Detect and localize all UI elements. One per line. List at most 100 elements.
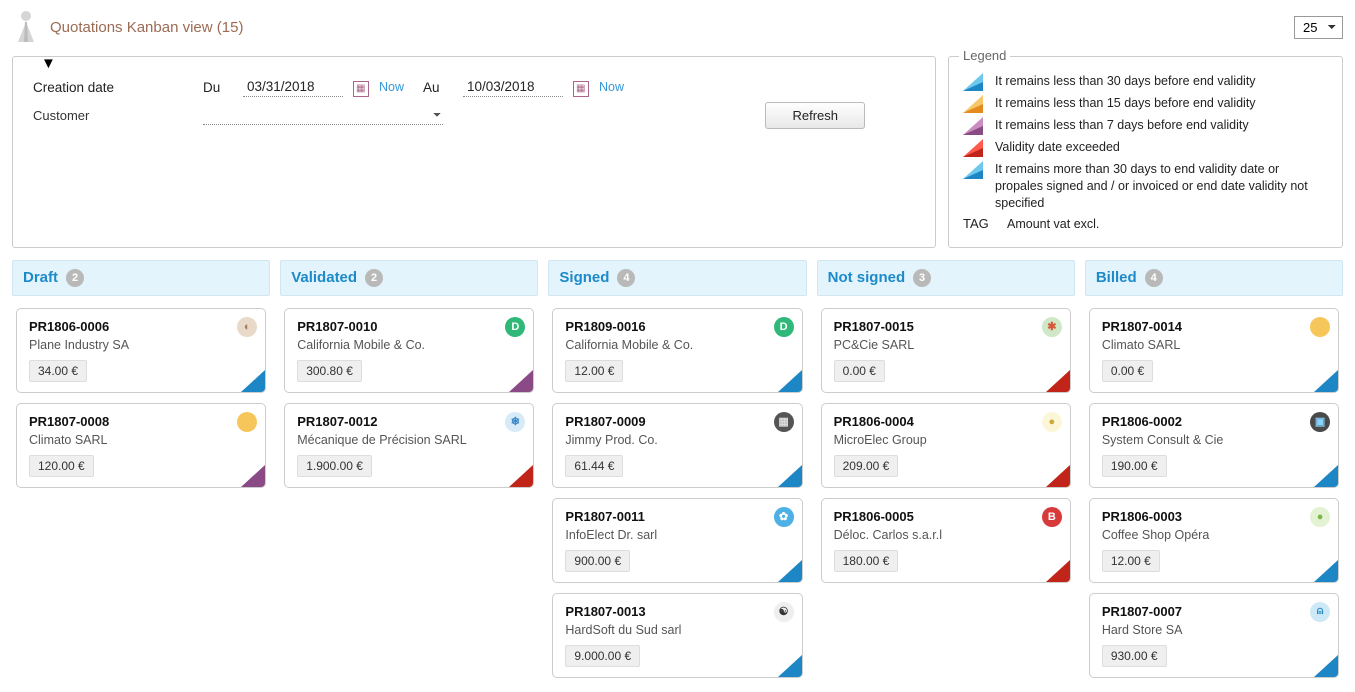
legend-swatch-icon — [963, 139, 983, 157]
legend-swatch-icon — [963, 117, 983, 135]
column-count-badge: 3 — [913, 269, 931, 287]
now-to-link[interactable]: Now — [599, 80, 643, 94]
page-size-select[interactable]: 25 — [1294, 16, 1343, 39]
header-row: Quotations Kanban view (15) 25 — [12, 8, 1343, 46]
card-status-corner-icon — [1314, 370, 1338, 392]
now-from-link[interactable]: Now — [379, 80, 423, 94]
card-status-corner-icon — [1314, 655, 1338, 677]
kanban-column: Validated2 PR1807-0010California Mobile &… — [280, 260, 538, 488]
column-header[interactable]: Not signed3 — [817, 260, 1075, 296]
card-ref: PR1807-0008 — [29, 414, 253, 429]
card-list: PR1807-0014 Climato SARL 0.00 € PR1806-0002… — [1085, 308, 1343, 678]
card-company-icon: ⍝ — [1310, 602, 1330, 622]
kanban-card[interactable]: PR1806-0004MicroElec Group209.00 €● — [821, 403, 1071, 488]
card-amount: 1.900.00 € — [297, 455, 372, 477]
card-status-corner-icon — [778, 465, 802, 487]
column-count-badge: 4 — [1145, 269, 1163, 287]
card-status-corner-icon — [509, 465, 533, 487]
calendar-icon[interactable]: ▦ — [573, 81, 589, 97]
card-ref: PR1806-0002 — [1102, 414, 1326, 429]
legend-row: Validity date exceeded — [963, 139, 1330, 157]
card-customer: Climato SARL — [1102, 338, 1326, 352]
legend-text: It remains less than 7 days before end v… — [995, 117, 1249, 134]
legend-swatch-icon — [963, 161, 983, 179]
column-count-badge: 2 — [365, 269, 383, 287]
card-ref: PR1807-0007 — [1102, 604, 1326, 619]
kanban-card[interactable]: PR1807-0008Climato SARL120.00 € — [16, 403, 266, 488]
card-customer: Hard Store SA — [1102, 623, 1326, 637]
kanban-card[interactable]: PR1807-0015PC&Cie SARL0.00 €✱ — [821, 308, 1071, 393]
card-ref: PR1807-0013 — [565, 604, 789, 619]
refresh-button[interactable]: Refresh — [765, 102, 865, 129]
kanban-column: Signed4 PR1809-0016California Mobile & Co… — [548, 260, 806, 678]
card-ref: PR1807-0014 — [1102, 319, 1326, 334]
card-amount: 0.00 € — [1102, 360, 1153, 382]
card-company-icon: ▦ — [774, 412, 794, 432]
card-amount: 34.00 € — [29, 360, 87, 382]
card-customer: Déloc. Carlos s.a.r.l — [834, 528, 1058, 542]
card-list: PR1806-0006Plane Industry SA34.00 €◐PR18… — [12, 308, 270, 488]
legend-swatch-icon — [963, 95, 983, 113]
card-customer: System Consult & Cie — [1102, 433, 1326, 447]
card-amount: 180.00 € — [834, 550, 899, 572]
card-ref: PR1807-0015 — [834, 319, 1058, 334]
card-company-icon: ❄ — [505, 412, 525, 432]
date-from-input[interactable] — [243, 77, 343, 97]
column-title: Signed — [559, 269, 609, 286]
calendar-icon[interactable]: ▦ — [353, 81, 369, 97]
legend-tag-label: TAG — [963, 216, 995, 231]
card-status-corner-icon — [241, 370, 265, 392]
card-ref: PR1807-0012 — [297, 414, 521, 429]
card-amount: 930.00 € — [1102, 645, 1167, 667]
card-list: PR1809-0016California Mobile & Co.12.00 … — [548, 308, 806, 678]
card-amount: 9.000.00 € — [565, 645, 640, 667]
to-label: Au — [423, 80, 463, 95]
card-ref: PR1806-0004 — [834, 414, 1058, 429]
card-customer: MicroElec Group — [834, 433, 1058, 447]
card-list: PR1807-0010California Mobile & Co.300.80… — [280, 308, 538, 488]
column-header[interactable]: Validated2 — [280, 260, 538, 296]
filter-icon[interactable]: ▼ — [41, 55, 56, 72]
date-to-input[interactable] — [463, 77, 563, 97]
kanban-card[interactable]: PR1806-0005 Déloc. Carlos s.a.r.l 180.00 €… — [821, 498, 1071, 583]
module-icon — [12, 8, 40, 46]
card-ref: PR1806-0005 — [834, 509, 1058, 524]
kanban-card[interactable]: PR1807-0011InfoElect Dr. sarl900.00 €✿ — [552, 498, 802, 583]
kanban-column: Billed4PR1807-0014Climato SARL0.00 €PR18… — [1085, 260, 1343, 678]
legend-row: It remains less than 7 days before end v… — [963, 117, 1330, 135]
legend-text: Validity date exceeded — [995, 139, 1120, 156]
card-customer: Jimmy Prod. Co. — [565, 433, 789, 447]
legend-tag-text: Amount vat excl. — [1007, 216, 1099, 233]
card-amount: 61.44 € — [565, 455, 623, 477]
creation-date-label: Creation date — [33, 80, 203, 95]
card-amount: 12.00 € — [1102, 550, 1160, 572]
kanban-card[interactable]: PR1807-0010California Mobile & Co.300.80… — [284, 308, 534, 393]
card-company-icon: B — [1042, 507, 1062, 527]
kanban-card[interactable]: PR1806-0003Coffee Shop Opéra12.00 €● — [1089, 498, 1339, 583]
kanban-card[interactable]: PR1807-0009Jimmy Prod. Co.61.44 €▦ — [552, 403, 802, 488]
card-company-icon — [237, 412, 257, 432]
kanban-card[interactable]: PR1809-0016California Mobile & Co.12.00 … — [552, 308, 802, 393]
card-customer: Plane Industry SA — [29, 338, 253, 352]
customer-select[interactable] — [203, 105, 443, 125]
kanban-card[interactable]: PR1807-0013 HardSoft du Sud sarl 9.000.00 … — [552, 593, 802, 678]
kanban-card[interactable]: PR1807-0012Mécanique de Précision SARL1.… — [284, 403, 534, 488]
card-ref: PR1806-0003 — [1102, 509, 1326, 524]
card-list: PR1807-0015PC&Cie SARL0.00 €✱ PR1806-0004… — [817, 308, 1075, 583]
legend-title: Legend — [959, 48, 1010, 63]
legend-text: It remains more than 30 days to end vali… — [995, 161, 1330, 212]
card-amount: 12.00 € — [565, 360, 623, 382]
kanban-card[interactable]: PR1807-0014 Climato SARL 0.00 € — [1089, 308, 1339, 393]
card-amount: 190.00 € — [1102, 455, 1167, 477]
column-header[interactable]: Signed4 — [548, 260, 806, 296]
card-amount: 209.00 € — [834, 455, 899, 477]
column-header[interactable]: Draft2 — [12, 260, 270, 296]
kanban-card[interactable]: PR1806-0006Plane Industry SA34.00 €◐ — [16, 308, 266, 393]
column-header[interactable]: Billed 4 — [1085, 260, 1343, 296]
card-status-corner-icon — [1046, 465, 1070, 487]
kanban-card[interactable]: PR1806-0002System Consult & Cie190.00 €▣ — [1089, 403, 1339, 488]
column-title: Billed — [1096, 269, 1137, 286]
kanban-column: Draft2PR1806-0006Plane Industry SA34.00 … — [12, 260, 270, 488]
kanban-card[interactable]: PR1807-0007 Hard Store SA 930.00 € ⍝ — [1089, 593, 1339, 678]
card-customer: HardSoft du Sud sarl — [565, 623, 789, 637]
